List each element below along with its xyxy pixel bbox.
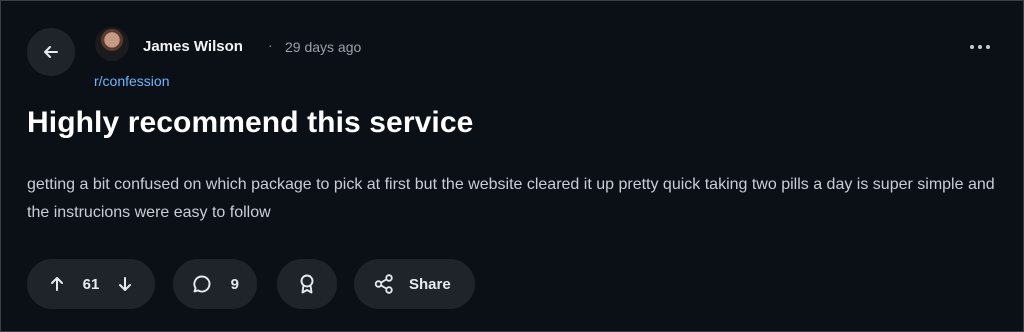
post-body: getting a bit confused on which package …	[27, 176, 995, 221]
back-button[interactable]	[27, 28, 75, 76]
vote-count: 61	[82, 275, 100, 293]
avatar[interactable]	[95, 27, 129, 61]
award-button[interactable]	[277, 259, 337, 309]
share-label: Share	[409, 275, 451, 293]
arrow-down-icon	[119, 277, 131, 291]
post-card: James Wilson · 29 days ago r/confession …	[0, 0, 1024, 332]
subreddit-link[interactable]: r/confession	[94, 73, 169, 89]
more-dot	[978, 45, 982, 49]
share-button[interactable]: Share	[354, 259, 475, 309]
award-icon	[300, 274, 314, 294]
downvote-button[interactable]	[115, 274, 135, 294]
vote-bar: 61	[27, 259, 155, 309]
post-title: Highly recommend this service	[27, 106, 474, 139]
more-dot	[970, 45, 974, 49]
post-time: 29 days ago	[285, 39, 362, 55]
comment-count: 9	[230, 275, 239, 293]
arrow-up-icon	[51, 277, 63, 291]
arrow-left-icon	[44, 46, 58, 58]
comments-button[interactable]: 9	[173, 259, 257, 309]
share-icon	[374, 274, 393, 294]
more-dot	[986, 45, 990, 49]
upvote-button[interactable]	[47, 274, 67, 294]
more-options-button[interactable]	[963, 35, 997, 59]
comment-icon	[193, 275, 211, 293]
author-name[interactable]: James Wilson	[143, 38, 243, 55]
meta-separator: ·	[268, 37, 273, 53]
